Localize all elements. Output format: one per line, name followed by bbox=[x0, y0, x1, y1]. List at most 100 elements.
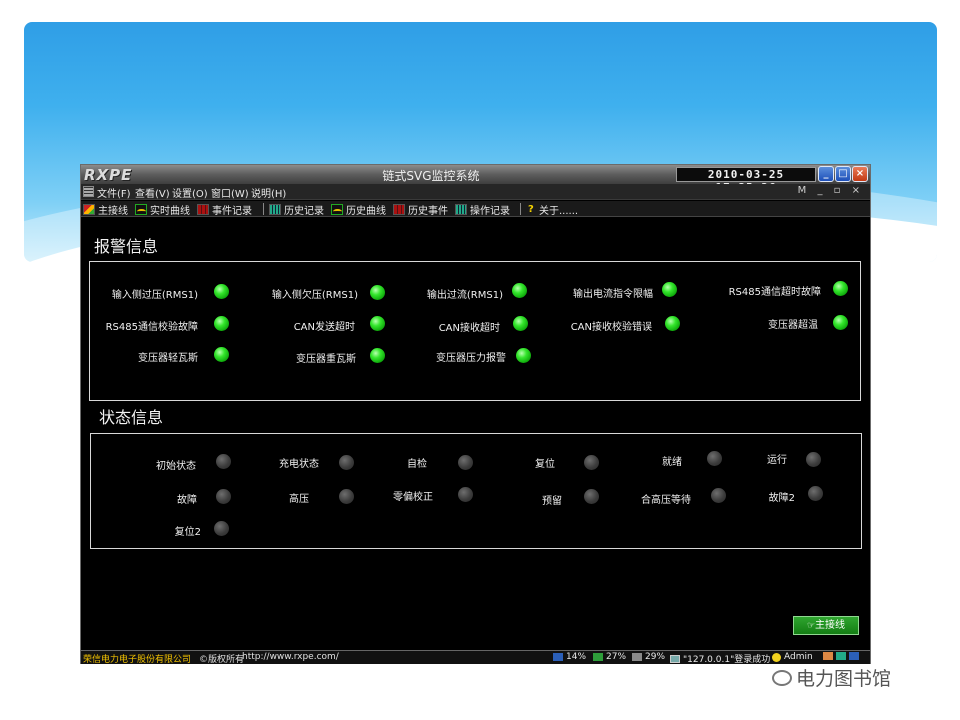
minimize-button[interactable]: _ bbox=[818, 166, 834, 182]
alarm-label: 变压器轻瓦斯 bbox=[138, 353, 198, 364]
alarm-indicator-led bbox=[833, 281, 848, 296]
menu-view[interactable]: 查看(V) bbox=[135, 185, 170, 200]
main-wiring-icon: ☞ bbox=[806, 621, 816, 631]
status-label: 预留 bbox=[542, 496, 562, 507]
alarm-indicator-led bbox=[214, 284, 229, 299]
history-record-icon bbox=[269, 204, 281, 215]
menu-window[interactable]: 窗口(W) bbox=[211, 185, 249, 200]
datetime-display: 2010-03-25 17:35:26 bbox=[676, 167, 816, 194]
memory-usage: 27% bbox=[593, 652, 626, 662]
app-logo: RXPE bbox=[84, 166, 133, 184]
alarm-indicator-led bbox=[833, 315, 848, 330]
alarm-label: RS485通信超时故障 bbox=[728, 287, 821, 298]
maximize-button[interactable]: □ bbox=[835, 166, 851, 182]
toolbar-label: 历史事件 bbox=[408, 206, 448, 217]
tray-icon[interactable] bbox=[823, 652, 833, 660]
status-indicator-led bbox=[216, 489, 231, 504]
status-label: 故障2 bbox=[768, 493, 795, 504]
toolbar-label: 历史记录 bbox=[284, 206, 324, 217]
status-indicator-led bbox=[339, 489, 354, 504]
network-icon bbox=[670, 654, 680, 663]
toolbar-label: 事件记录 bbox=[212, 206, 252, 217]
alarm-indicator-led bbox=[370, 316, 385, 331]
alarm-label: 变压器压力报警 bbox=[436, 353, 506, 364]
status-indicator-led bbox=[584, 489, 599, 504]
status-indicator-led bbox=[711, 488, 726, 503]
tray-icon[interactable] bbox=[836, 652, 846, 660]
alarm-indicator-led bbox=[512, 283, 527, 298]
cpu-icon bbox=[553, 653, 563, 661]
status-indicator-led bbox=[458, 455, 473, 470]
window-title: 链式SVG监控系统 bbox=[382, 169, 480, 183]
wechat-watermark: 电力图书馆 bbox=[772, 664, 891, 691]
status-label: 自检 bbox=[407, 459, 427, 470]
alarm-indicator-led bbox=[516, 348, 531, 363]
menu-file[interactable]: 文件(F) bbox=[97, 185, 131, 200]
alarm-indicator-led bbox=[214, 316, 229, 331]
toolbar-separator bbox=[520, 203, 521, 215]
memory-icon bbox=[593, 653, 603, 661]
menu-help[interactable]: 说明(H) bbox=[251, 185, 286, 200]
alarm-label: CAN接收超时 bbox=[438, 323, 500, 334]
current-user[interactable]: Admin bbox=[772, 652, 813, 662]
status-label: 合高压等待 bbox=[641, 495, 691, 506]
toolbar-label: 历史曲线 bbox=[346, 206, 386, 217]
mdi-window-controls[interactable]: M _ ▫ × bbox=[798, 185, 864, 196]
company-name: 荣信电力电子股份有限公司 bbox=[83, 655, 192, 665]
toolbar-history-record[interactable]: 历史记录 bbox=[269, 202, 324, 217]
toolbar-label: 实时曲线 bbox=[150, 206, 190, 217]
toolbar-history-event[interactable]: 历史事件 bbox=[393, 202, 448, 217]
curve-icon bbox=[135, 204, 147, 215]
toolbar-label: 主接线 bbox=[98, 206, 128, 217]
status-label: 复位2 bbox=[174, 527, 201, 538]
toolbar-main-wiring[interactable]: 主接线 bbox=[83, 202, 128, 217]
alarm-indicator-led bbox=[370, 348, 385, 363]
monitor-window: RXPE 链式SVG监控系统 2010-03-25 17:35:26 _ □ ×… bbox=[80, 164, 871, 665]
title-bar[interactable]: RXPE 链式SVG监控系统 2010-03-25 17:35:26 _ □ × bbox=[81, 165, 870, 194]
history-event-icon bbox=[393, 204, 405, 215]
alarm-label: RS485通信校验故障 bbox=[105, 322, 198, 333]
main-wiring-button[interactable]: ☞主接线 bbox=[793, 616, 859, 635]
alarm-indicator-led bbox=[662, 282, 677, 297]
toolbar: 主接线 实时曲线 事件记录 历史记录 历史曲线 历史事件 操作记录 ? 关于..… bbox=[81, 201, 870, 217]
toolbar-separator bbox=[263, 203, 264, 215]
status-indicator-led bbox=[216, 454, 231, 469]
disk-usage-value: 29% bbox=[645, 652, 666, 662]
copyright-text: ©版权所有 bbox=[199, 655, 245, 665]
alarm-label: 变压器重瓦斯 bbox=[296, 354, 356, 365]
toolbar-realtime-curve[interactable]: 实时曲线 bbox=[135, 202, 190, 217]
status-label: 初始状态 bbox=[156, 461, 196, 472]
history-curve-icon bbox=[331, 204, 343, 215]
status-label: 故障 bbox=[177, 495, 197, 506]
status-indicator-led bbox=[339, 455, 354, 470]
toolbar-label: 关于...... bbox=[539, 206, 579, 217]
watermark-text: 电力图书馆 bbox=[796, 668, 892, 690]
wechat-icon bbox=[772, 669, 792, 686]
cpu-usage-value: 14% bbox=[566, 652, 587, 662]
alarm-label: CAN接收校验错误 bbox=[570, 322, 652, 333]
menu-settings[interactable]: 设置(O) bbox=[172, 185, 208, 200]
status-label: 零偏校正 bbox=[393, 492, 433, 503]
alarm-label: CAN发送超时 bbox=[293, 322, 355, 333]
status-label: 高压 bbox=[289, 494, 309, 505]
app-menu-icon[interactable] bbox=[83, 186, 94, 197]
user-icon bbox=[772, 652, 781, 662]
menu-bar: 文件(F) 查看(V) 设置(O) 窗口(W) 说明(H) M _ ▫ × bbox=[81, 184, 870, 200]
login-status-text: "127.0.0.1"登录成功 bbox=[683, 655, 771, 665]
alarm-indicator-led bbox=[214, 347, 229, 362]
alarm-label: 输入侧过压(RMS1) bbox=[111, 290, 198, 301]
close-button[interactable]: × bbox=[852, 166, 868, 182]
memory-usage-value: 27% bbox=[606, 652, 627, 662]
toolbar-operation-log[interactable]: 操作记录 bbox=[455, 202, 510, 217]
tray-icons bbox=[823, 652, 859, 660]
toolbar-history-curve[interactable]: 历史曲线 bbox=[331, 202, 386, 217]
help-icon: ? bbox=[528, 204, 534, 215]
alarm-indicator-led bbox=[513, 316, 528, 331]
status-indicator-led bbox=[806, 452, 821, 467]
website-link[interactable]: http://www.rxpe.com/ bbox=[242, 652, 339, 662]
tray-icon[interactable] bbox=[849, 652, 859, 660]
alarm-label: 变压器超温 bbox=[768, 320, 818, 331]
status-indicator-led bbox=[584, 455, 599, 470]
toolbar-event-log[interactable]: 事件记录 bbox=[197, 202, 252, 217]
toolbar-about[interactable]: ? 关于...... bbox=[528, 202, 578, 217]
